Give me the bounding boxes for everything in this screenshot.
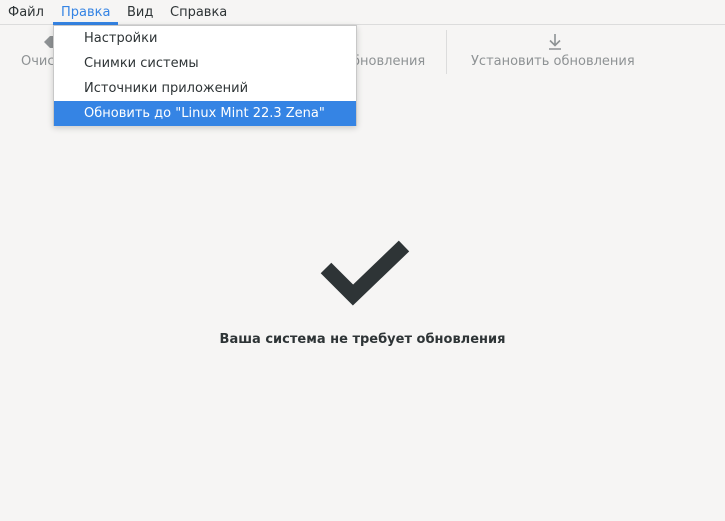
toolbar-separator bbox=[446, 30, 447, 74]
menu-file[interactable]: Файл bbox=[0, 0, 52, 25]
refresh-label: бновления bbox=[352, 54, 426, 69]
download-icon bbox=[549, 34, 561, 50]
menu-view[interactable]: Вид bbox=[119, 0, 161, 25]
edit-menu-dropdown: Настройки Снимки системы Источники прило… bbox=[53, 25, 357, 126]
update-manager-window: Файл Правка Вид Справка Очис бновления У… bbox=[0, 0, 725, 521]
edit-menu-upgrade[interactable]: Обновить до "Linux Mint 22.3 Zena" bbox=[54, 101, 356, 126]
status-message: Ваша система не требует обновления bbox=[219, 332, 506, 347]
install-updates-label: Установить обновления bbox=[471, 54, 635, 69]
clear-label: Очис bbox=[21, 54, 55, 69]
edit-menu-preferences[interactable]: Настройки bbox=[54, 26, 356, 51]
menu-edit[interactable]: Правка bbox=[53, 0, 119, 25]
edit-menu-software-sources[interactable]: Источники приложений bbox=[54, 76, 356, 101]
checkmark-icon bbox=[320, 240, 410, 306]
install-updates-button[interactable]: Установить обновления bbox=[462, 26, 652, 86]
menubar: Файл Правка Вид Справка bbox=[0, 0, 725, 25]
edit-menu-system-snapshots[interactable]: Снимки системы bbox=[54, 51, 356, 76]
menu-help[interactable]: Справка bbox=[162, 0, 235, 25]
